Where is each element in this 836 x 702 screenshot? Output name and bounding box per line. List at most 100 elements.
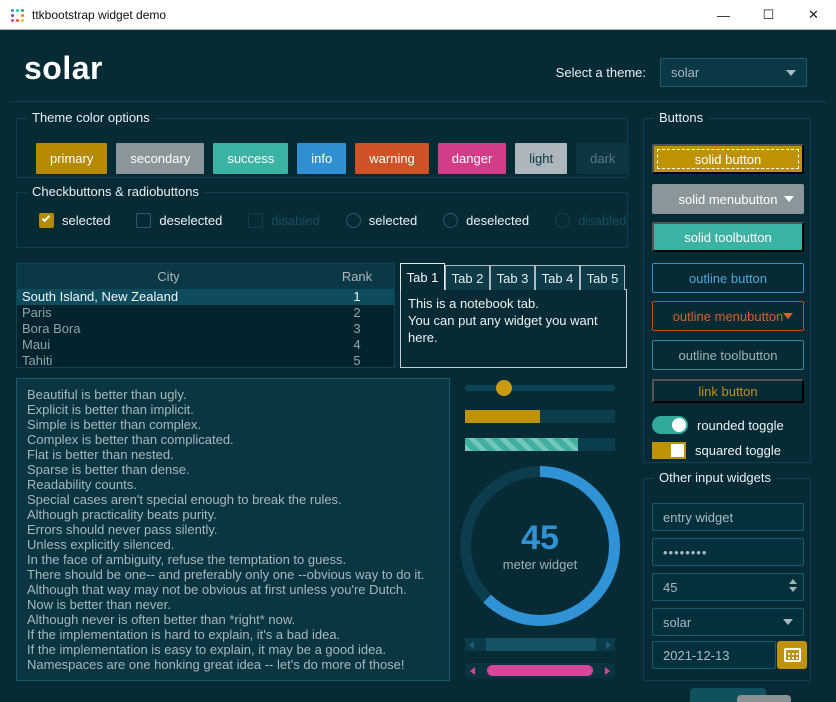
- table-row[interactable]: Maui 4: [17, 337, 394, 353]
- outline-button[interactable]: outline button: [652, 263, 804, 293]
- rounded-scrollbar-thumb[interactable]: [487, 665, 593, 676]
- password-input[interactable]: [652, 538, 804, 566]
- theme-color-options-frame: Theme color options primary secondary su…: [16, 118, 628, 178]
- calendar-icon-dots: [788, 653, 790, 655]
- light-button[interactable]: light: [515, 143, 567, 174]
- checkbuttons-frame: Checkbuttons & radiobuttons selected des…: [16, 192, 628, 248]
- warning-button[interactable]: warning: [355, 143, 429, 174]
- tab-3[interactable]: Tab 3: [490, 265, 535, 290]
- outline-menubutton[interactable]: outline menubutton: [652, 301, 804, 331]
- page-title: solar: [24, 50, 103, 87]
- column-header-rank[interactable]: Rank: [320, 269, 394, 284]
- cell-rank: 1: [320, 289, 394, 305]
- solid-menubutton[interactable]: solid menubutton: [652, 184, 804, 214]
- chevron-down-icon[interactable]: [783, 619, 793, 625]
- table-row[interactable]: Tahiti 5: [17, 353, 394, 369]
- chevron-down-icon: [783, 313, 793, 319]
- checkbox-deselected[interactable]: deselected: [136, 213, 222, 228]
- solid-menubutton-label: solid menubutton: [678, 192, 777, 207]
- progressbar-striped: [465, 438, 615, 451]
- rounded-scrollbar[interactable]: [465, 663, 615, 678]
- info-button[interactable]: info: [297, 143, 346, 174]
- zen-text-widget[interactable]: Beautiful is better than ugly. Explicit …: [16, 378, 450, 681]
- notebook: Tab 1 Tab 2 Tab 3 Tab 4 Tab 5 This is a …: [400, 263, 627, 368]
- scroll-right-icon[interactable]: [606, 641, 611, 649]
- column-header-city[interactable]: City: [17, 269, 320, 284]
- squared-toggle-label: squared toggle: [695, 443, 781, 458]
- combobox[interactable]: solar: [652, 608, 804, 636]
- solid-toolbutton[interactable]: solid toolbutton: [652, 222, 804, 252]
- rounded-toggle-switch[interactable]: [652, 416, 688, 434]
- checkbox-unchecked-icon[interactable]: [136, 213, 151, 228]
- checkbox-disabled-icon: [248, 213, 263, 228]
- theme-color-buttons-row: primary secondary success info warning d…: [36, 143, 629, 174]
- primary-button[interactable]: primary: [36, 143, 107, 174]
- date-input[interactable]: [652, 641, 776, 669]
- table-row[interactable]: Bora Bora 3: [17, 321, 394, 337]
- scroll-left-icon[interactable]: [470, 667, 475, 675]
- notebook-content: This is a notebook tab. You can put any …: [400, 289, 627, 368]
- outline-toolbutton[interactable]: outline toolbutton: [652, 340, 804, 370]
- spin-up-icon[interactable]: [789, 579, 797, 584]
- checkbox-disabled: disabled: [248, 213, 319, 228]
- link-button[interactable]: link button: [652, 379, 804, 403]
- cell-city: South Island, New Zealand: [17, 289, 320, 305]
- danger-button[interactable]: danger: [438, 143, 506, 174]
- close-button[interactable]: ✕: [791, 0, 836, 30]
- radio-selected[interactable]: selected: [346, 213, 417, 228]
- entry-widget-input[interactable]: [652, 503, 804, 531]
- spinbox[interactable]: [652, 573, 804, 601]
- radio-deselected[interactable]: deselected: [443, 213, 529, 228]
- cell-city: Paris: [17, 305, 320, 321]
- cell-city: Tahiti: [17, 353, 320, 369]
- maximize-button[interactable]: ☐: [746, 0, 791, 30]
- radio-icon[interactable]: [443, 213, 458, 228]
- window-controls: — ☐ ✕: [701, 0, 836, 30]
- spinbox-input[interactable]: [652, 573, 804, 601]
- horizontal-scrollbar[interactable]: [465, 638, 615, 651]
- dark-button[interactable]: dark: [576, 143, 629, 174]
- minimize-button[interactable]: —: [701, 0, 746, 30]
- radio-icon[interactable]: [346, 213, 361, 228]
- spin-down-icon[interactable]: [789, 587, 797, 592]
- checkbox-checked-icon[interactable]: [39, 213, 54, 228]
- tab-2[interactable]: Tab 2: [445, 265, 490, 290]
- slider-track[interactable]: [465, 385, 615, 391]
- radio-disabled-label: disabled: [578, 213, 626, 228]
- header-separator: [10, 101, 826, 102]
- checkbox-selected[interactable]: selected: [39, 213, 110, 228]
- tab-5[interactable]: Tab 5: [580, 265, 625, 290]
- app-icon: [10, 8, 24, 22]
- date-entry: [652, 641, 804, 669]
- outline-menubutton-label: outline menubutton: [673, 309, 784, 324]
- tab-4[interactable]: Tab 4: [535, 265, 580, 290]
- progressbar-solid: [465, 410, 615, 423]
- scroll-right-icon[interactable]: [605, 667, 610, 675]
- radio-disabled-icon: [555, 213, 570, 228]
- slider-handle[interactable]: [496, 380, 512, 396]
- table-row[interactable]: Paris 2: [17, 305, 394, 321]
- checkbox-selected-label: selected: [62, 213, 110, 228]
- scrollbar-thumb[interactable]: [486, 638, 596, 651]
- solid-button[interactable]: solid button: [652, 144, 804, 174]
- checkbox-disabled-label: disabled: [271, 213, 319, 228]
- chevron-down-icon[interactable]: [786, 70, 796, 76]
- calendar-button[interactable]: [777, 641, 807, 669]
- tab-1[interactable]: Tab 1: [400, 263, 445, 290]
- success-button[interactable]: success: [213, 143, 288, 174]
- squared-toggle-switch[interactable]: [652, 442, 686, 459]
- table-row[interactable]: South Island, New Zealand 1: [17, 289, 394, 305]
- app-window: ttkbootstrap widget demo — ☐ ✕ solar Sel…: [0, 0, 836, 702]
- theme-select-label: Select a theme:: [556, 65, 646, 80]
- meter-inner: 45 meter widget: [471, 477, 609, 615]
- chevron-down-icon: [784, 196, 794, 202]
- cell-rank: 3: [320, 321, 394, 337]
- scroll-left-icon[interactable]: [469, 641, 474, 649]
- secondary-button[interactable]: secondary: [116, 143, 204, 174]
- buttons-frame-label: Buttons: [654, 110, 708, 125]
- meter-widget[interactable]: 45 meter widget: [460, 466, 620, 626]
- checkbuttons-frame-label: Checkbuttons & radiobuttons: [27, 184, 204, 199]
- radio-disabled: disabled: [555, 213, 626, 228]
- theme-combobox[interactable]: solar: [660, 58, 807, 87]
- squared-toggle-row: squared toggle: [652, 441, 781, 459]
